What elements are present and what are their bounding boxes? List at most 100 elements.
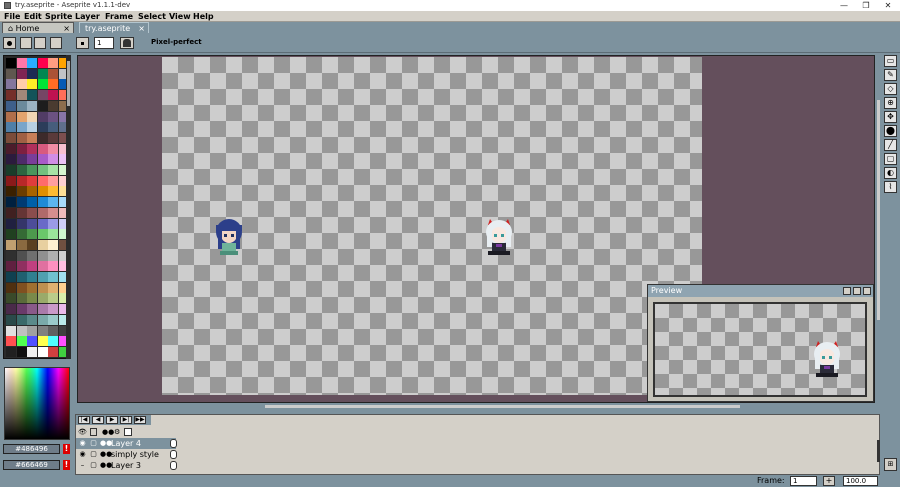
palette-swatch[interactable] xyxy=(48,90,58,101)
palette-swatch[interactable] xyxy=(48,207,58,218)
frame-input[interactable]: 1 xyxy=(790,476,817,486)
palette-swatch[interactable] xyxy=(6,132,16,143)
palette-swatch[interactable] xyxy=(37,143,48,154)
palette-swatch[interactable] xyxy=(27,154,37,165)
palette-swatch[interactable] xyxy=(27,90,37,101)
onion-skin-icon[interactable] xyxy=(124,428,132,436)
palette-swatch[interactable] xyxy=(16,132,27,143)
palette-swatch[interactable] xyxy=(16,282,27,293)
palette-swatch[interactable] xyxy=(48,122,58,133)
fg-warning-icon[interactable]: ! xyxy=(63,444,70,454)
eye-icon[interactable]: ◉ xyxy=(78,439,87,448)
palette-scroll-thumb[interactable] xyxy=(67,61,70,106)
palette-swatch[interactable] xyxy=(48,165,58,175)
gear-icon[interactable]: ⚙ xyxy=(114,428,120,436)
palette-swatch[interactable] xyxy=(37,197,48,208)
palette-swatch[interactable] xyxy=(27,336,37,347)
palette-swatch[interactable] xyxy=(16,325,27,336)
palette-swatch[interactable] xyxy=(27,122,37,133)
palette-swatch[interactable] xyxy=(37,122,48,133)
palette-swatch[interactable] xyxy=(6,175,16,186)
palette-swatch[interactable] xyxy=(27,218,37,229)
palette-swatch[interactable] xyxy=(6,336,16,347)
palette-swatch[interactable] xyxy=(16,111,27,122)
preview-play-button[interactable] xyxy=(843,287,851,295)
palette-swatch[interactable] xyxy=(16,100,27,111)
palette-swatch[interactable] xyxy=(16,346,27,357)
palette-swatch[interactable] xyxy=(48,325,58,336)
lock-icon[interactable]: ▢ xyxy=(89,461,98,470)
tab-home[interactable]: ⌂ Home × xyxy=(2,22,74,33)
palette-swatch[interactable] xyxy=(16,304,27,315)
bg-warning-icon[interactable]: ! xyxy=(63,460,70,470)
palette-swatch[interactable] xyxy=(37,111,48,122)
palette-swatch[interactable] xyxy=(37,250,48,261)
palette-swatch[interactable] xyxy=(48,314,58,325)
palette-swatch[interactable] xyxy=(6,239,16,250)
palette-swatch[interactable] xyxy=(6,250,16,261)
palette-swatch[interactable] xyxy=(27,272,37,282)
menu-file[interactable]: File xyxy=(4,11,20,22)
cel-keyframe[interactable] xyxy=(170,450,177,459)
link-icon[interactable]: ●● xyxy=(100,450,112,459)
last-frame-button[interactable]: ▶▶ xyxy=(134,416,146,424)
minimize-button[interactable]: — xyxy=(834,0,854,11)
palette-swatch[interactable] xyxy=(48,272,58,282)
menu-sprite[interactable]: Sprite xyxy=(45,11,72,22)
cel-keyframe[interactable] xyxy=(170,461,177,470)
palette-swatch[interactable] xyxy=(16,336,27,347)
palette-swatch[interactable] xyxy=(48,154,58,165)
copy-icon[interactable] xyxy=(34,37,46,49)
pointer-icon[interactable] xyxy=(20,37,32,49)
palette-swatch[interactable] xyxy=(16,218,27,229)
line-tool-icon[interactable]: ╱ xyxy=(884,139,897,151)
layer-row-layer-3[interactable]: – ▢ ●● Layer 3 xyxy=(76,460,177,471)
palette-swatch[interactable] xyxy=(37,346,48,357)
palette-swatch[interactable] xyxy=(27,207,37,218)
palette-swatch[interactable] xyxy=(48,186,58,197)
background-color[interactable]: #666469 xyxy=(3,460,60,470)
palette-swatch[interactable] xyxy=(27,261,37,272)
palette-swatch[interactable] xyxy=(37,336,48,347)
palette-swatch[interactable] xyxy=(16,122,27,133)
timeline-toggle-icon[interactable]: ⊞ xyxy=(884,458,897,471)
palette-swatch[interactable] xyxy=(16,272,27,282)
palette-swatch[interactable] xyxy=(6,68,16,79)
next-frame-button[interactable]: ▶| xyxy=(120,416,132,424)
palette-swatch[interactable] xyxy=(48,100,58,111)
color-spectrum[interactable] xyxy=(4,367,70,440)
palette-swatch[interactable] xyxy=(48,239,58,250)
palette-swatch[interactable] xyxy=(16,175,27,186)
palette-swatch[interactable] xyxy=(27,239,37,250)
palette-swatch[interactable] xyxy=(37,207,48,218)
palette-swatch[interactable] xyxy=(48,346,58,357)
palette-swatch[interactable] xyxy=(27,143,37,154)
rectangle-tool-icon[interactable]: ▢ xyxy=(884,153,897,165)
palette-swatch[interactable] xyxy=(48,111,58,122)
preview-canvas[interactable] xyxy=(653,302,867,397)
palette-swatch[interactable] xyxy=(48,197,58,208)
play-button[interactable]: ▶ xyxy=(106,416,118,424)
palette-swatch[interactable] xyxy=(27,58,37,68)
palette-swatch[interactable] xyxy=(48,336,58,347)
palette-swatch[interactable] xyxy=(37,132,48,143)
menu-layer[interactable]: Layer xyxy=(75,11,100,22)
tab-document[interactable]: try.aseprite × xyxy=(79,22,149,33)
palette-swatch[interactable] xyxy=(27,325,37,336)
lock-icon[interactable]: ▢ xyxy=(89,439,98,448)
palette-swatch[interactable] xyxy=(27,186,37,197)
palette-swatch[interactable] xyxy=(6,293,16,304)
palette-swatch[interactable] xyxy=(37,272,48,282)
palette-swatch[interactable] xyxy=(27,111,37,122)
maximize-button[interactable]: ❐ xyxy=(856,0,876,11)
palette-swatch[interactable] xyxy=(27,293,37,304)
palette-swatch[interactable] xyxy=(37,325,48,336)
palette-swatch[interactable] xyxy=(37,293,48,304)
palette-swatch[interactable] xyxy=(6,58,16,68)
palette-swatch[interactable] xyxy=(27,250,37,261)
palette-swatch[interactable] xyxy=(6,261,16,272)
palette-swatch[interactable] xyxy=(6,154,16,165)
ink-type-button[interactable] xyxy=(120,37,134,49)
palette-swatch[interactable] xyxy=(27,229,37,240)
palette-swatch[interactable] xyxy=(16,68,27,79)
